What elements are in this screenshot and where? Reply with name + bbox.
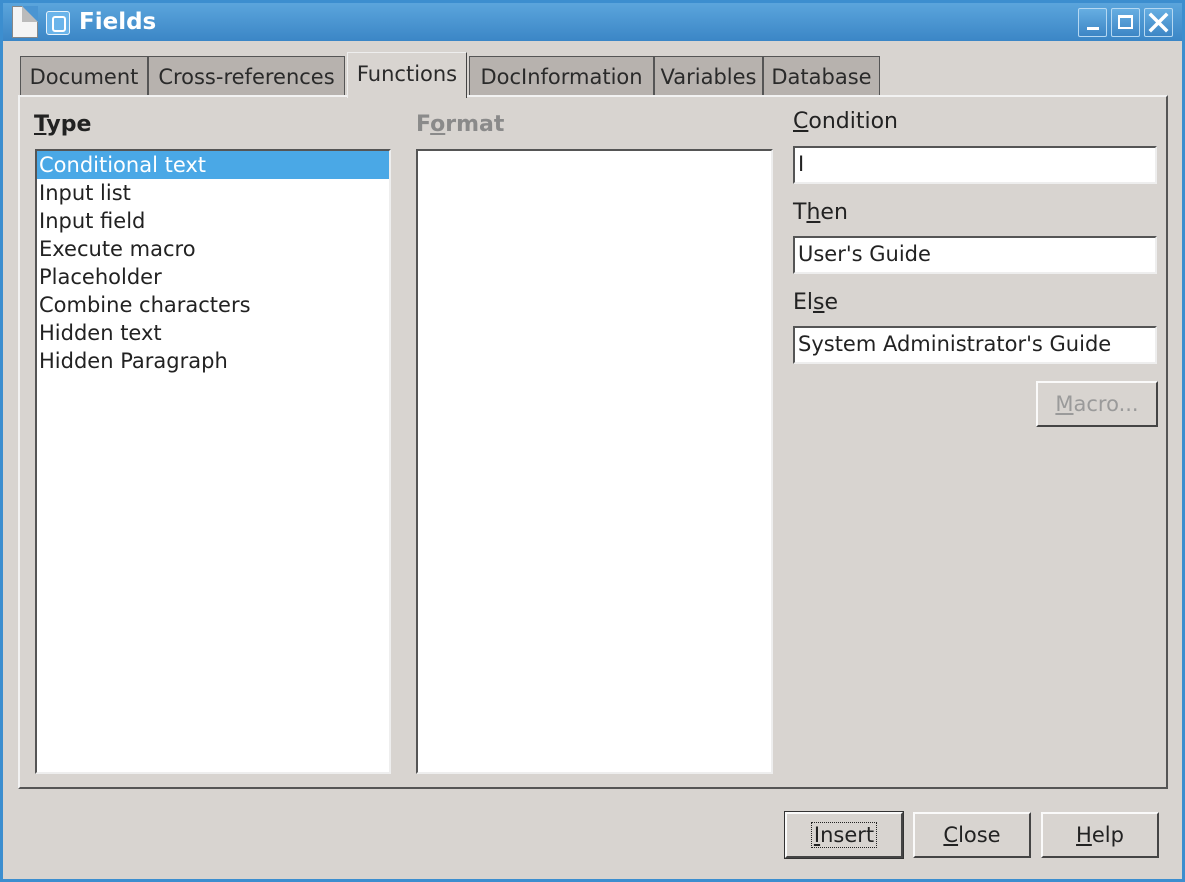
type-item-combine-characters[interactable]: Combine characters xyxy=(37,291,389,319)
type-item-execute-macro[interactable]: Execute macro xyxy=(37,235,389,263)
insert-button[interactable]: Insert xyxy=(784,811,904,859)
type-listbox[interactable]: Conditional text Input list Input field … xyxy=(35,149,391,774)
functions-tab-panel: Type Conditional text Input list Input f… xyxy=(18,95,1168,789)
close-button[interactable]: Close xyxy=(913,812,1031,858)
type-item-conditional-text[interactable]: Conditional text xyxy=(37,151,389,179)
fields-dialog: Fields Document Cross-references Functio… xyxy=(3,3,1182,879)
title-bar[interactable]: Fields xyxy=(3,3,1182,41)
close-icon xyxy=(1148,12,1169,33)
maximize-icon xyxy=(1118,15,1133,29)
maximize-button[interactable] xyxy=(1111,8,1140,37)
then-field[interactable]: User's Guide xyxy=(793,236,1157,274)
macro-button[interactable]: Macro... xyxy=(1036,381,1158,427)
tab-docinformation[interactable]: DocInformation xyxy=(469,56,654,96)
type-item-input-field[interactable]: Input field xyxy=(37,207,389,235)
tab-document[interactable]: Document xyxy=(20,56,148,96)
type-label: Type xyxy=(34,112,92,137)
close-window-button[interactable] xyxy=(1144,8,1173,37)
condition-field[interactable]: I xyxy=(793,146,1157,184)
minimize-icon xyxy=(1087,27,1099,30)
help-button[interactable]: Help xyxy=(1041,812,1159,858)
format-listbox[interactable] xyxy=(416,149,773,774)
app-icon xyxy=(46,11,70,35)
tab-database[interactable]: Database xyxy=(763,56,880,96)
minimize-button[interactable] xyxy=(1078,8,1107,37)
tab-cross-references[interactable]: Cross-references xyxy=(148,56,345,96)
type-item-placeholder[interactable]: Placeholder xyxy=(37,263,389,291)
then-label: Then xyxy=(793,200,848,225)
format-label: Format xyxy=(416,112,505,137)
tab-variables[interactable]: Variables xyxy=(654,56,763,96)
type-item-input-list[interactable]: Input list xyxy=(37,179,389,207)
type-item-hidden-text[interactable]: Hidden text xyxy=(37,319,389,347)
type-item-hidden-paragraph[interactable]: Hidden Paragraph xyxy=(37,347,389,375)
tab-functions[interactable]: Functions xyxy=(347,52,467,98)
else-field[interactable]: System Administrator's Guide xyxy=(793,326,1157,364)
window-title: Fields xyxy=(79,9,157,35)
else-label: Else xyxy=(793,290,839,315)
document-icon xyxy=(12,6,38,38)
condition-label: Condition xyxy=(793,109,898,134)
